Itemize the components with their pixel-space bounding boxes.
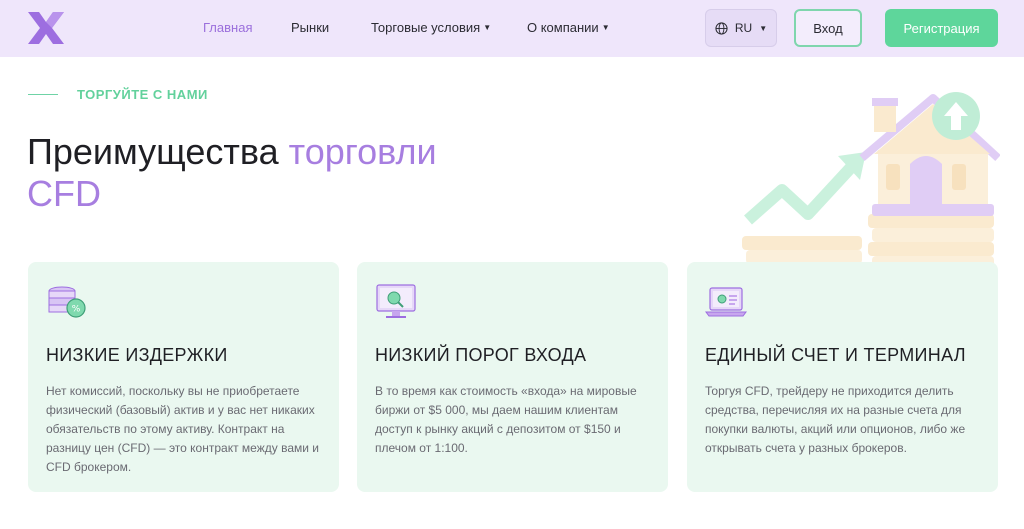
card-text: Торгуя CFD, трейдеру не приходится делит… [705, 384, 966, 455]
house-growth-illustration [742, 92, 1000, 280]
monitor-search-icon [376, 284, 416, 318]
coins-percent-icon: % [48, 286, 86, 318]
site-header: Главная Рынки Торговые условия ▼ О компан… [0, 0, 1024, 57]
language-selector[interactable]: RU ▼ [705, 9, 777, 47]
login-button[interactable]: Вход [794, 9, 862, 47]
chevron-down-icon: ▼ [759, 23, 768, 33]
language-value: RU [734, 21, 753, 35]
nav-item-label: О компании [527, 20, 599, 35]
card-text: Нет комиссий, поскольку вы не приобретае… [46, 384, 319, 474]
page-title: Преимущества торговли CFD [27, 131, 507, 215]
card-text: В то время как стоимость «входа» на миро… [375, 384, 637, 455]
card-title: ЕДИНЫЙ СЧЕТ И ТЕРМИНАЛ [705, 345, 966, 365]
laptop-card-icon [705, 287, 747, 317]
title-main: Преимущества [27, 131, 289, 172]
globe-icon [715, 21, 728, 35]
logo-icon[interactable] [26, 10, 66, 46]
chevron-down-icon: ▼ [483, 23, 492, 32]
chevron-down-icon: ▼ [601, 23, 610, 32]
nav-item-home[interactable]: Главная [203, 20, 252, 35]
nav-item-trading-conditions[interactable]: Торговые условия ▼ [371, 20, 491, 35]
feature-card-low-costs: % НИЗКИЕ ИЗДЕРЖКИ Нет комиссий, поскольк… [28, 262, 339, 492]
nav-item-markets[interactable]: Рынки [291, 20, 329, 35]
eyebrow-divider [28, 94, 58, 95]
card-title: НИЗКИЙ ПОРОГ ВХОДА [375, 345, 587, 365]
card-title: НИЗКИЕ ИЗДЕРЖКИ [46, 345, 228, 365]
feature-card-low-entry: НИЗКИЙ ПОРОГ ВХОДА В то время как стоимо… [357, 262, 668, 492]
svg-text:%: % [72, 305, 81, 315]
section-eyebrow: ТОРГУЙТЕ С НАМИ [77, 87, 208, 102]
feature-card-single-account: ЕДИНЫЙ СЧЕТ И ТЕРМИНАЛ Торгуя CFD, трейд… [687, 262, 998, 492]
nav-item-about[interactable]: О компании ▼ [527, 20, 610, 35]
nav-item-label: Торговые условия [371, 20, 481, 35]
register-button[interactable]: Регистрация [885, 9, 998, 47]
